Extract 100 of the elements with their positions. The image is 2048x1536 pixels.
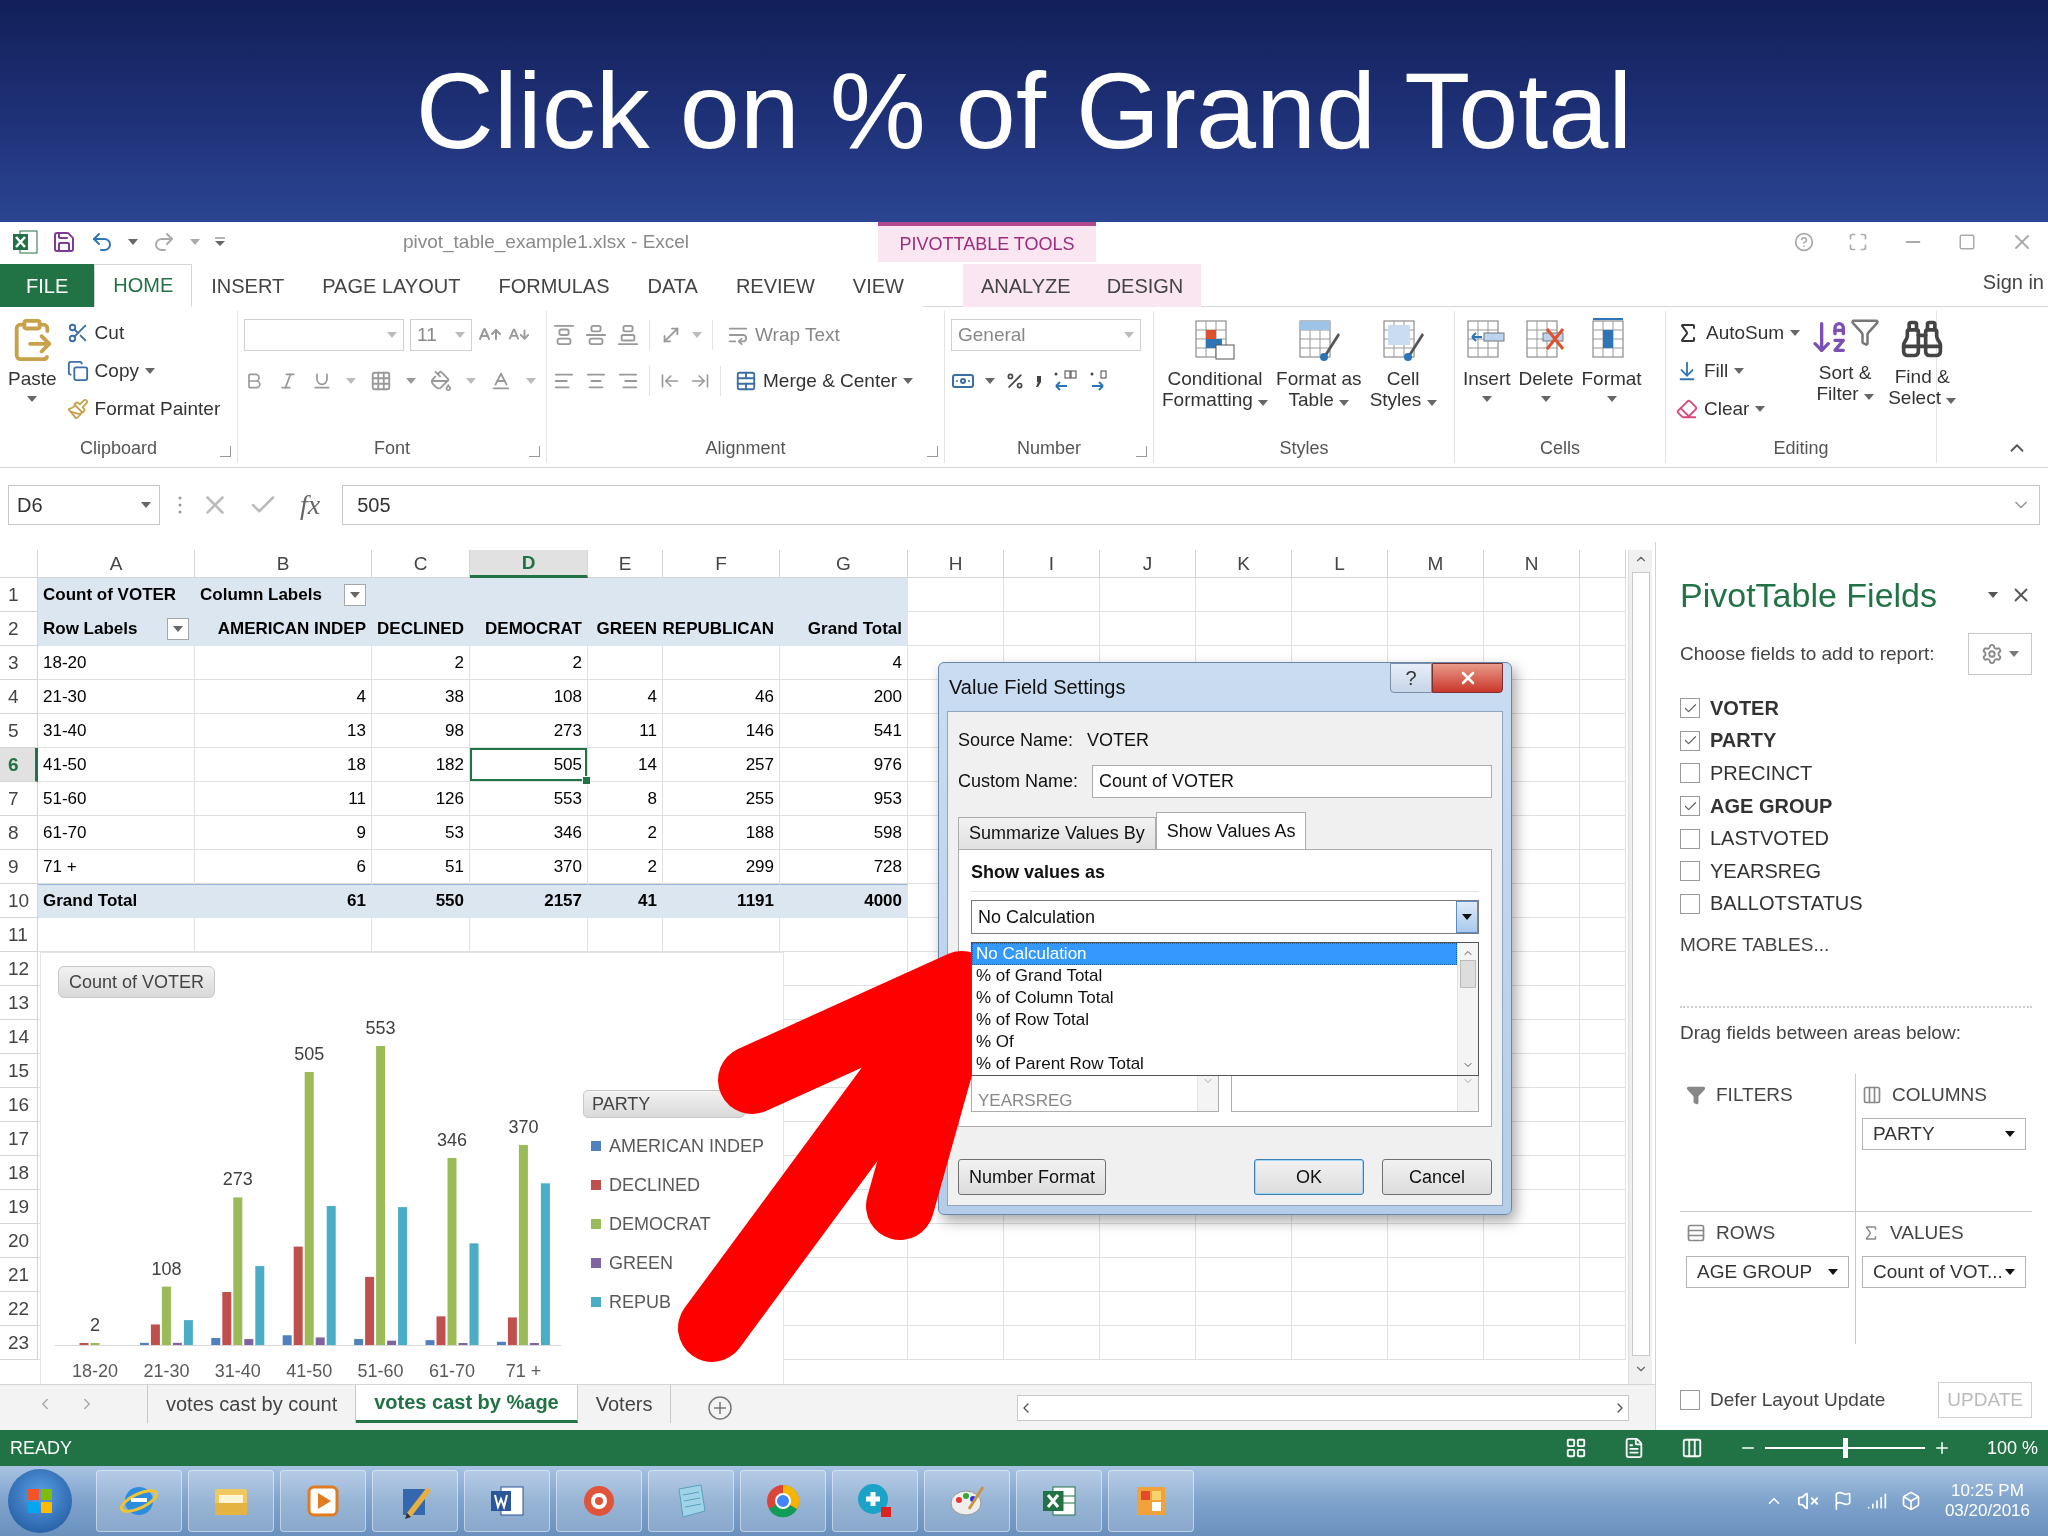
table-cell: 2 <box>588 850 663 884</box>
formula-field[interactable]: 505 <box>342 485 2040 525</box>
format-painter-button[interactable]: Format Painter <box>62 391 225 427</box>
paste-button[interactable]: Paste <box>6 315 59 404</box>
ribbon-tab[interactable]: DESIGN <box>1088 264 1202 307</box>
row-header[interactable]: 10 <box>0 884 38 918</box>
row-header[interactable]: 2 <box>0 612 38 646</box>
number-format-field[interactable]: General <box>951 319 1141 351</box>
table-cell: 4000 <box>780 884 908 918</box>
dialog-tab[interactable]: Summarize Values By <box>958 817 1156 850</box>
column-header[interactable]: H <box>908 550 1004 578</box>
row-header[interactable]: 7 <box>0 782 38 816</box>
wrap-text-button[interactable]: Wrap Text <box>723 317 844 353</box>
row-header[interactable]: 6 <box>0 748 38 782</box>
find-select-button[interactable]: Find & Select <box>1886 315 1959 411</box>
row-header[interactable]: 11 <box>0 918 38 952</box>
row-header[interactable]: 17 <box>0 1122 38 1156</box>
fill-button[interactable]: Fill <box>1672 353 1805 389</box>
table-cell: 71 + <box>38 850 195 884</box>
copy-button[interactable]: Copy <box>62 353 225 389</box>
column-header[interactable]: D <box>470 550 588 578</box>
sheet-tab[interactable]: Voters <box>577 1385 672 1423</box>
legend-label: GREEN <box>609 1252 673 1274</box>
column-header[interactable]: F <box>663 550 780 578</box>
table-cell: 38 <box>372 680 470 714</box>
row-header[interactable]: 13 <box>0 986 38 1020</box>
dialog-tab[interactable]: Show Values As <box>1155 812 1307 850</box>
row-header[interactable]: 23 <box>0 1326 38 1360</box>
format-button[interactable]: Format <box>1579 315 1644 404</box>
ribbon-tab[interactable]: ANALYZE <box>962 264 1089 307</box>
field-name: AGE GROUP <box>1710 794 1833 818</box>
sheet-tab[interactable]: votes cast by %age <box>356 1385 578 1423</box>
dialog-button[interactable]: Number Format <box>958 1159 1107 1195</box>
custom-name-field[interactable]: Count of VOTER <box>1092 765 1492 798</box>
clear-button[interactable]: Clear <box>1672 391 1805 427</box>
zoom-level: 100 % <box>1986 1437 2038 1459</box>
more-tables-link[interactable]: MORE TABLES... <box>1680 934 1830 956</box>
table-cell: 550 <box>372 884 470 918</box>
cut-button[interactable]: Cut <box>62 315 225 351</box>
dialog-button[interactable]: Cancel <box>1382 1159 1492 1195</box>
source-name-value: VOTER <box>1087 730 1150 751</box>
column-header[interactable]: J <box>1100 550 1196 578</box>
area-field-button[interactable]: AGE GROUP <box>1686 1256 1849 1289</box>
table-cell: 126 <box>372 782 470 816</box>
show-values-select[interactable]: No Calculation <box>971 900 1479 934</box>
row-header[interactable]: 14 <box>0 1020 38 1054</box>
conditional-formatting-button[interactable]: Conditional Formatting <box>1160 315 1271 413</box>
column-header[interactable]: G <box>780 550 908 578</box>
column-header[interactable]: C <box>372 550 470 578</box>
ribbon-tab[interactable]: HOME <box>94 264 193 307</box>
font-size-field[interactable]: 11 <box>410 319 472 351</box>
column-header[interactable]: N <box>1484 550 1580 578</box>
clock-date: 03/20/2016 <box>1944 1501 2030 1521</box>
merge-center-button[interactable]: Merge & Center <box>731 363 918 399</box>
row-header[interactable]: 16 <box>0 1088 38 1122</box>
clock-time: 10:25 PM <box>1951 1481 2024 1501</box>
column-header[interactable]: E <box>588 550 663 578</box>
row-header[interactable]: 1 <box>0 578 38 612</box>
column-header[interactable]: L <box>1292 550 1388 578</box>
sign-in-link[interactable]: Sign in <box>1982 271 2048 306</box>
row-header[interactable]: 5 <box>0 714 38 748</box>
table-cell: 61 <box>195 884 372 918</box>
table-cell: 41-50 <box>38 748 195 782</box>
row-header[interactable]: 19 <box>0 1190 38 1224</box>
row-header[interactable]: 22 <box>0 1292 38 1326</box>
area-field-button[interactable]: PARTY <box>1862 1118 2026 1151</box>
row-header[interactable]: 21 <box>0 1258 38 1292</box>
row-header[interactable]: 3 <box>0 646 38 680</box>
column-header[interactable]: A <box>38 550 195 578</box>
column-header[interactable]: I <box>1004 550 1100 578</box>
field-button[interactable]: Count of VOTER <box>58 966 216 998</box>
data-label: 2 <box>90 1315 100 1335</box>
cell-styles-button[interactable]: Cell Styles <box>1367 315 1439 413</box>
dialog-button[interactable]: OK <box>1254 1159 1364 1195</box>
table-cell: 146 <box>663 714 780 748</box>
sort-filter-button[interactable]: Sort & Filter <box>1808 315 1883 407</box>
row-header[interactable]: 4 <box>0 680 38 714</box>
help-button[interactable]: ? <box>1390 663 1432 693</box>
format-as-table-button[interactable]: Format as Table <box>1274 315 1364 413</box>
insert-function-button[interactable]: fx <box>296 489 325 521</box>
row-header[interactable]: 12 <box>0 952 38 986</box>
area-field-button[interactable]: Count of VOT... <box>1862 1256 2026 1289</box>
column-header[interactable]: K <box>1196 550 1292 578</box>
name-box[interactable]: D6 <box>8 485 160 525</box>
checkbox-label: Defer Layout Update <box>1710 1389 1886 1411</box>
ribbon-tab[interactable]: FILE <box>0 264 95 307</box>
delete-button[interactable]: Delete <box>1516 315 1576 404</box>
table-cell: DECLINED <box>372 612 470 646</box>
row-header[interactable]: 20 <box>0 1224 38 1258</box>
autosum-button[interactable]: AutoSum <box>1672 315 1805 351</box>
pane-hint: Drag fields between areas below: <box>1680 1022 1962 1045</box>
insert-button[interactable]: Insert <box>1461 315 1513 404</box>
row-header[interactable]: 18 <box>0 1156 38 1190</box>
column-header[interactable]: B <box>195 550 372 578</box>
column-header[interactable]: M <box>1388 550 1484 578</box>
pane-subtitle: Choose fields to add to report: <box>1680 643 1935 665</box>
row-header[interactable]: 9 <box>0 850 38 884</box>
row-header[interactable]: 15 <box>0 1054 38 1088</box>
row-header[interactable]: 8 <box>0 816 38 850</box>
area-label: ROWS <box>1716 1222 1776 1245</box>
